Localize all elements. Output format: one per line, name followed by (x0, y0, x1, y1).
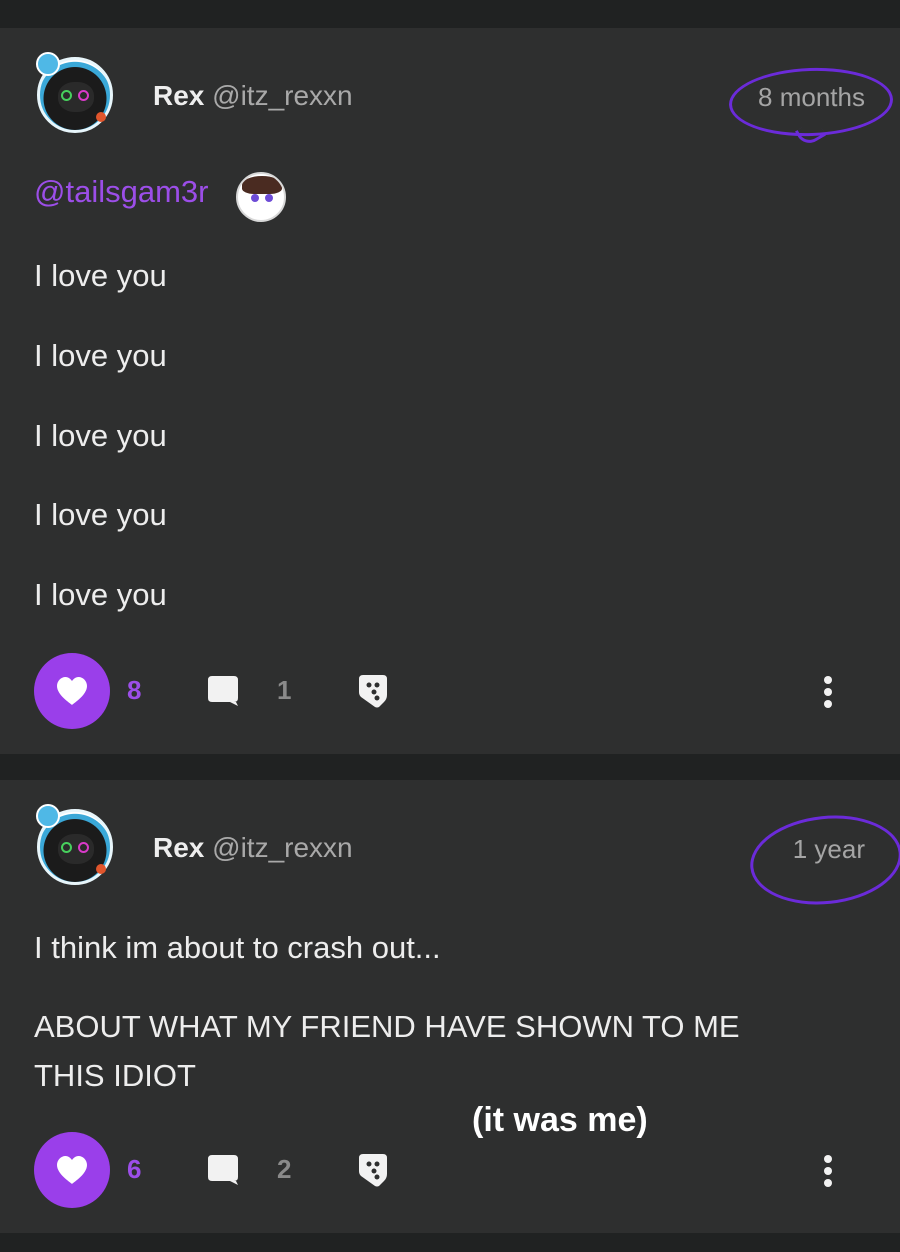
author-avatar[interactable] (36, 52, 113, 133)
author-name[interactable]: Rex (153, 832, 204, 863)
comment-count: 1 (277, 675, 292, 705)
comment-icon[interactable] (206, 674, 240, 708)
post-text-line: I love you (34, 258, 167, 293)
post-text-line: I love you (34, 577, 167, 612)
author-name[interactable]: Rex (153, 80, 204, 111)
author-avatar[interactable] (36, 804, 113, 885)
post-author[interactable]: Rex @itz_rexxn (153, 80, 353, 112)
comment-icon[interactable] (206, 1153, 240, 1187)
post-card: Rex @itz_rexxn 1 year I think im about t… (0, 780, 900, 1233)
post-actions: 6 2 (0, 1132, 900, 1208)
post-text-line: I love you (34, 338, 167, 373)
post-actions: 8 1 (0, 653, 900, 729)
avatar-badge-icon (36, 52, 60, 76)
post-text-line: I think im about to crash out... (34, 930, 441, 965)
heart-icon (57, 677, 87, 705)
author-handle: @itz_rexxn (212, 832, 353, 863)
like-count: 6 (127, 1154, 142, 1184)
post-author[interactable]: Rex @itz_rexxn (153, 832, 353, 864)
overlay-caption: (it was me) (472, 1101, 648, 1139)
heart-icon (57, 1156, 87, 1184)
annotation-circle (745, 808, 900, 912)
like-count: 8 (127, 675, 142, 705)
mention-avatar[interactable] (236, 172, 286, 222)
post-text-line: ABOUT WHAT MY FRIEND HAVE SHOWN TO ME (34, 1009, 740, 1044)
post-text-line: THIS IDIOT (34, 1058, 196, 1093)
like-button[interactable] (34, 653, 110, 729)
avatar-face (58, 834, 94, 864)
like-button[interactable] (34, 1132, 110, 1208)
more-vertical-icon[interactable] (822, 675, 834, 709)
share-icon[interactable] (357, 1152, 389, 1188)
avatar-badge-icon (36, 804, 60, 828)
comment-count: 2 (277, 1154, 292, 1184)
more-vertical-icon[interactable] (822, 1154, 834, 1188)
author-handle: @itz_rexxn (212, 80, 353, 111)
share-icon[interactable] (357, 673, 389, 709)
post-text-line: I love you (34, 497, 167, 532)
avatar-face (58, 82, 94, 112)
post-card: Rex @itz_rexxn 8 months @tailsgam3r I lo… (0, 28, 900, 754)
post-text-line: I love you (34, 418, 167, 453)
user-mention-link[interactable]: @tailsgam3r (34, 174, 208, 210)
